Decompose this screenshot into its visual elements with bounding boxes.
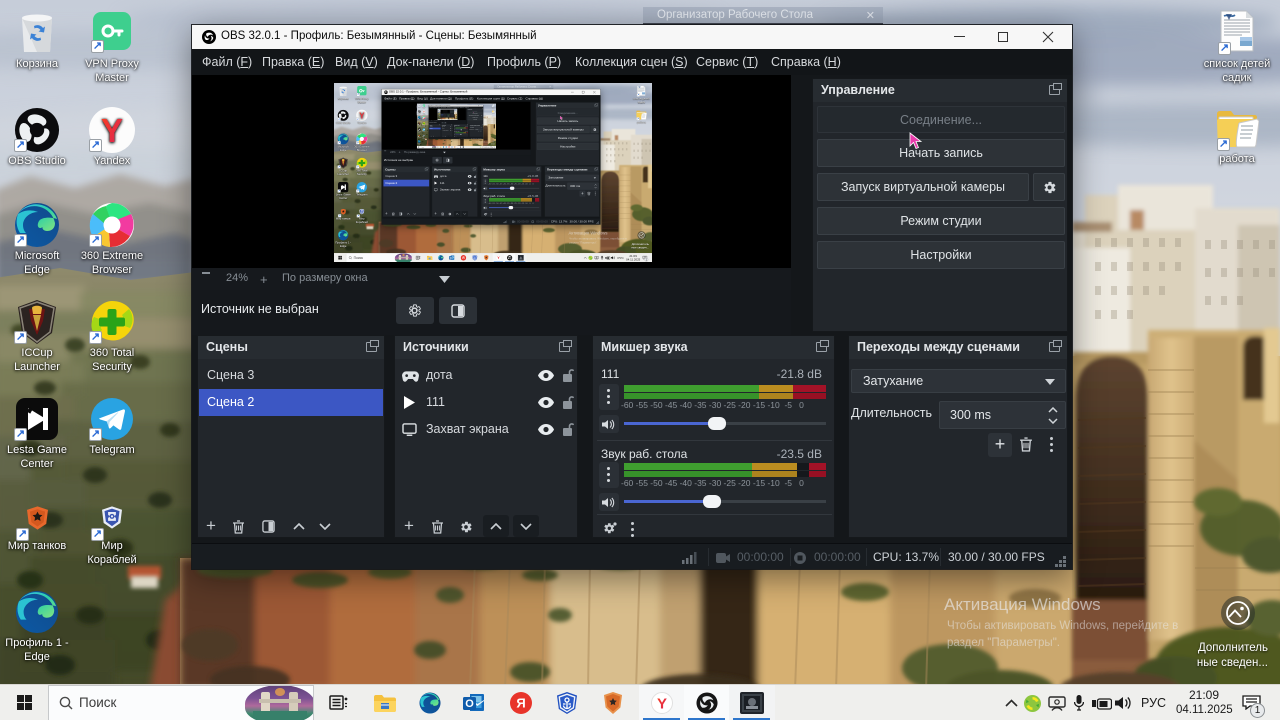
svg-text:Я: Я	[462, 255, 465, 259]
svg-text:O: O	[445, 146, 446, 147]
svg-text:Y: Y	[101, 112, 123, 149]
svg-text:Я: Я	[448, 146, 449, 147]
svg-text:Y: Y	[457, 146, 458, 147]
svg-text:O: O	[465, 698, 474, 710]
svg-text:Y: Y	[657, 696, 667, 713]
svg-text:Y: Y	[497, 256, 500, 260]
svg-text:O: O	[449, 255, 451, 259]
svg-text:Y: Y	[359, 111, 365, 120]
svg-text:Я: Я	[516, 696, 525, 711]
